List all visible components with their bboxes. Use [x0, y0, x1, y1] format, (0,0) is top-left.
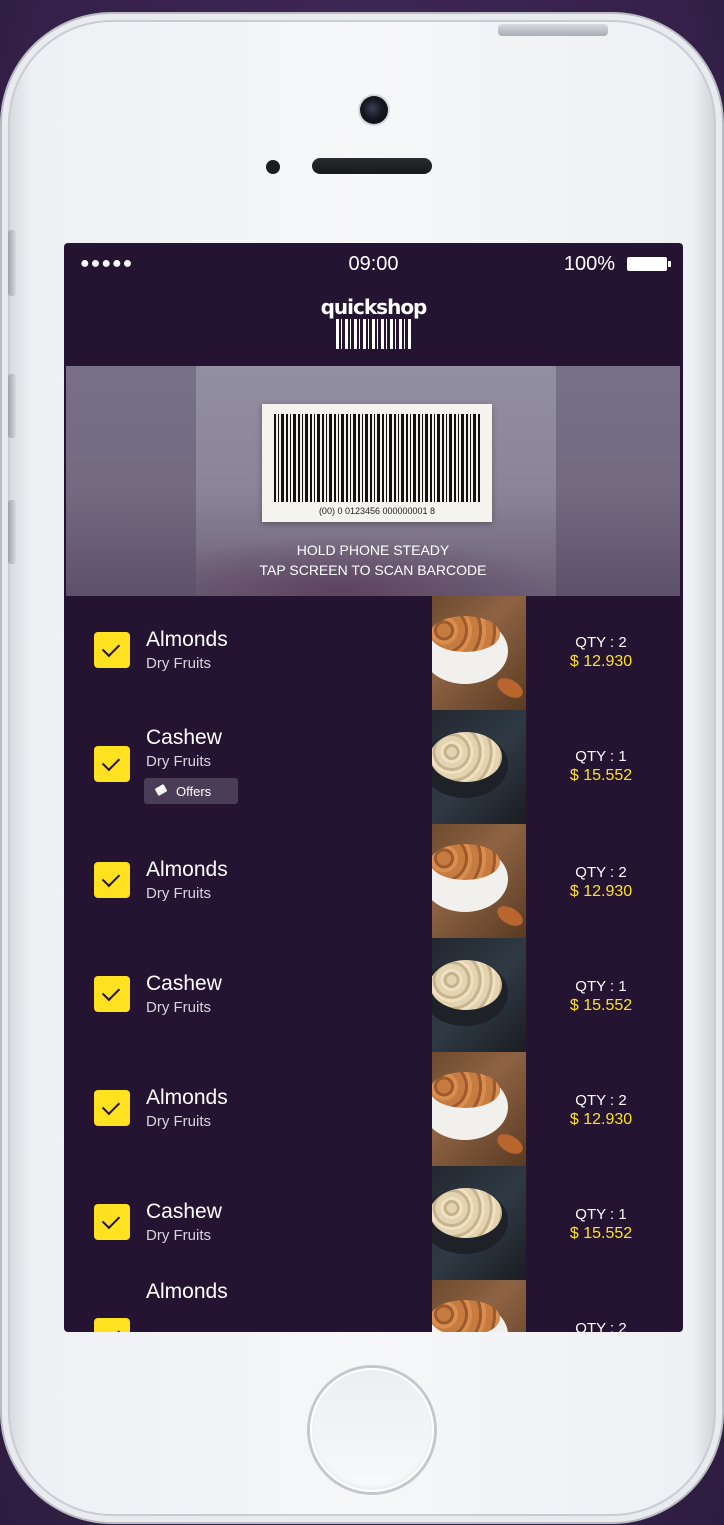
offers-label: Offers: [176, 784, 212, 799]
list-item[interactable]: Cashew Dry Fruits QTY : 1 $ 15.552: [64, 1166, 683, 1280]
item-name: Almonds: [146, 1086, 228, 1109]
item-qty: QTY : 2: [575, 1092, 627, 1109]
item-category: Dry Fruits: [146, 753, 211, 770]
app-screen: ●●●●● 09:00 100% quickshop (00) 0 012345…: [64, 243, 683, 1332]
scan-instructions: HOLD PHONE STEADY TAP SCREEN TO SCAN BAR…: [66, 540, 680, 580]
item-category: Dry Fruits: [146, 1227, 211, 1244]
home-button[interactable]: [310, 1368, 434, 1492]
item-qty: QTY : 1: [575, 978, 627, 995]
item-qty: QTY : 2: [575, 634, 627, 651]
list-item[interactable]: Cashew Dry Fruits QTY : 1 $ 15.552: [64, 938, 683, 1052]
item-price: $ 15.552: [569, 997, 633, 1014]
barcode-preview: (00) 0 0123456 000000001 8: [262, 404, 492, 522]
item-price: $ 15.552: [569, 767, 633, 784]
item-qty: QTY : 1: [575, 748, 627, 765]
power-button: [498, 24, 608, 36]
offers-badge[interactable]: Offers: [144, 778, 238, 804]
cashew-image: [432, 938, 526, 1052]
item-price: $ 15.552: [569, 1225, 633, 1242]
cashew-image: [432, 710, 526, 824]
item-category: Dry Fruits: [146, 655, 211, 672]
item-category: Dry Fruits: [146, 999, 211, 1016]
item-qty: QTY : 1: [575, 1206, 627, 1223]
item-name: Cashew: [146, 972, 222, 995]
item-category: Dry Fruits: [146, 885, 211, 902]
list-item[interactable]: Almonds Dry Fruits QTY : 2 $ 12.930: [64, 824, 683, 938]
item-name: Almonds: [146, 628, 228, 651]
volume-down-button: [8, 500, 16, 564]
tag-icon: [154, 784, 168, 796]
battery-percent: 100%: [563, 253, 615, 275]
cart-item-list: Almonds Dry Fruits QTY : 2 $ 12.930 Cash…: [64, 596, 683, 1332]
checkbox[interactable]: [94, 1204, 130, 1240]
item-category: Dry Fruits: [146, 1113, 211, 1130]
phone-frame: ●●●●● 09:00 100% quickshop (00) 0 012345…: [2, 14, 722, 1522]
front-camera-icon: [360, 96, 388, 124]
item-price: $ 12.930: [569, 653, 633, 670]
barcode-number: (00) 0 0123456 000000001 8: [262, 506, 492, 516]
item-name: Almonds: [146, 858, 228, 881]
item-price: $ 12.930: [569, 883, 633, 900]
cashew-image: [432, 1166, 526, 1280]
list-item[interactable]: Almonds QTY : 2: [64, 1280, 683, 1332]
almonds-image: [432, 824, 526, 938]
brand-name: quickshop: [320, 295, 428, 319]
item-name: Almonds: [146, 1280, 228, 1303]
barcode-scanner-viewport[interactable]: (00) 0 0123456 000000001 8 HOLD PHONE ST…: [66, 366, 680, 596]
scan-instruction-line2: TAP SCREEN TO SCAN BARCODE: [259, 562, 487, 578]
checkbox[interactable]: [94, 1090, 130, 1126]
almonds-image: [432, 596, 526, 710]
list-item[interactable]: Almonds Dry Fruits QTY : 2 $ 12.930: [64, 1052, 683, 1166]
almonds-image: [432, 1052, 526, 1166]
almonds-image: [432, 1280, 526, 1332]
app-logo: quickshop: [64, 297, 683, 354]
barcode-logo-icon: [335, 319, 412, 349]
item-name: Cashew: [146, 1200, 222, 1223]
list-item[interactable]: Cashew Dry Fruits Offers QTY : 1 $ 15.55…: [64, 710, 683, 824]
item-name: Cashew: [146, 726, 222, 749]
checkbox[interactable]: [94, 746, 130, 782]
volume-up-button: [8, 374, 16, 438]
checkbox[interactable]: [94, 862, 130, 898]
item-qty: QTY : 2: [575, 1320, 627, 1332]
scan-instruction-line1: HOLD PHONE STEADY: [296, 542, 450, 558]
proximity-sensor: [266, 160, 280, 174]
item-qty: QTY : 2: [575, 864, 627, 881]
checkbox[interactable]: [94, 976, 130, 1012]
checkbox[interactable]: [94, 632, 130, 668]
earpiece-speaker: [312, 158, 432, 174]
checkbox[interactable]: [94, 1318, 130, 1332]
status-bar: ●●●●● 09:00 100%: [64, 243, 683, 287]
mute-switch: [8, 230, 16, 296]
barcode-icon: [274, 414, 480, 502]
list-item[interactable]: Almonds Dry Fruits QTY : 2 $ 12.930: [64, 596, 683, 710]
item-price: $ 12.930: [569, 1111, 633, 1128]
battery-icon: [627, 257, 671, 271]
